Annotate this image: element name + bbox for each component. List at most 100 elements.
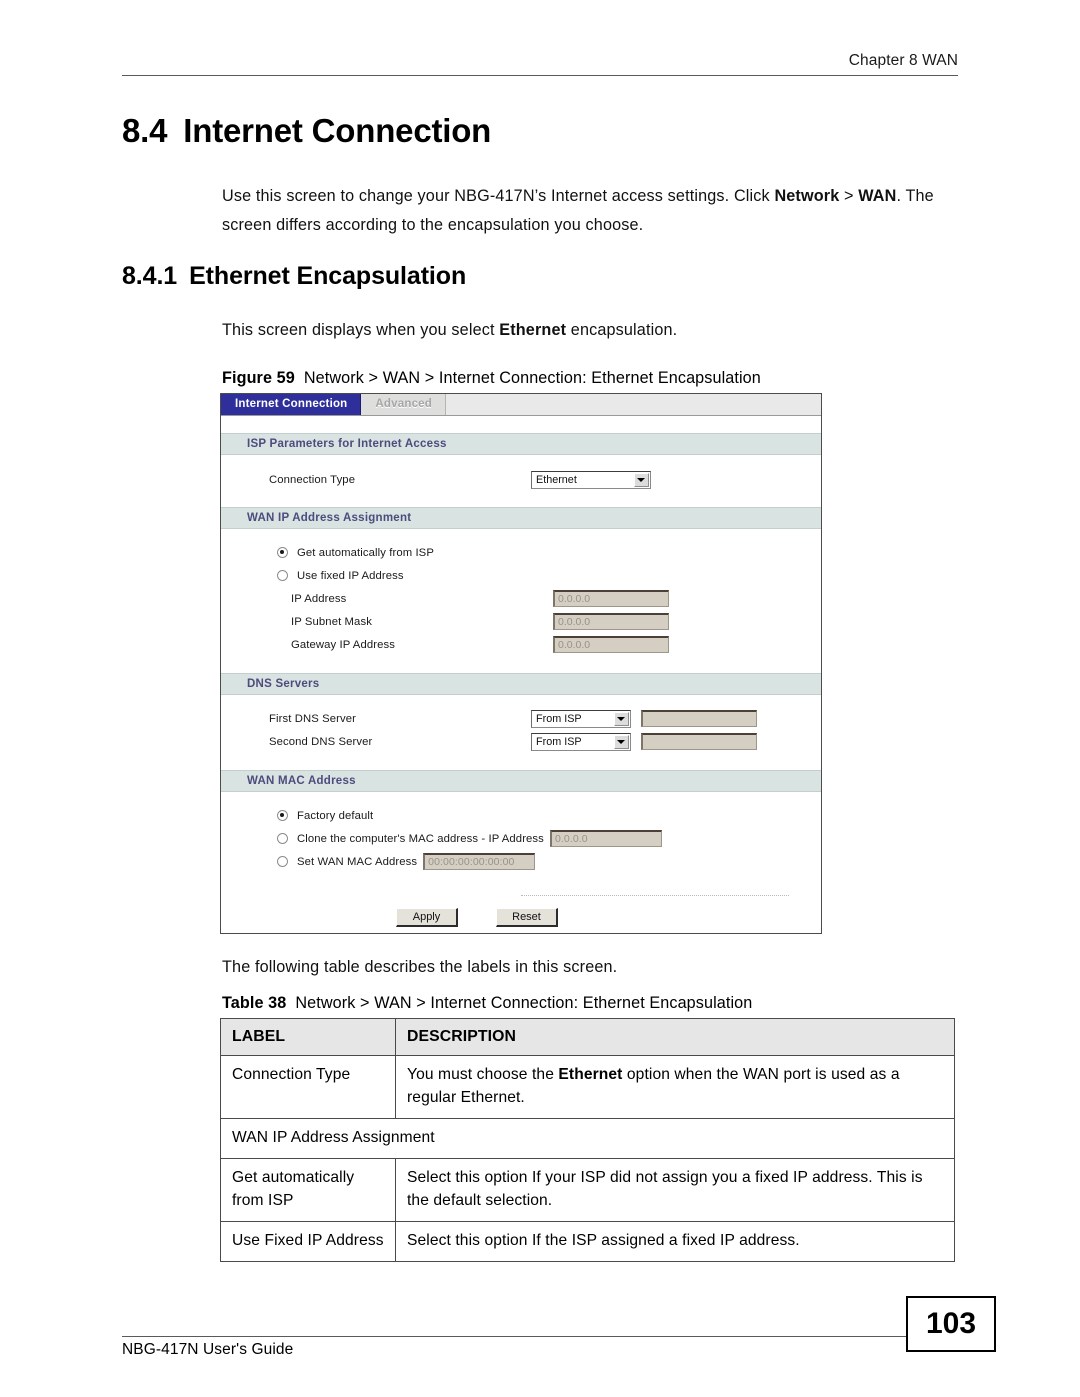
row-gateway-ip-address: Gateway IP Address 0.0.0.0: [221, 633, 821, 656]
table-cell-description: Select this option If your ISP did not a…: [395, 1158, 955, 1222]
input-clone-ip-address[interactable]: 0.0.0.0: [549, 830, 662, 847]
input-second-dns-ip[interactable]: [641, 733, 757, 750]
label-ip-address: IP Address: [291, 592, 347, 605]
radio-set-wan-mac[interactable]: [277, 856, 288, 867]
input-first-dns-ip[interactable]: [641, 710, 757, 727]
radio-row-factory-default[interactable]: Factory default: [221, 804, 821, 827]
radio-use-fixed-ip[interactable]: [277, 570, 288, 581]
section-heading: 8.4 Internet Connection: [122, 112, 491, 150]
radio-row-set-wan-mac[interactable]: Set WAN MAC Address 00:00:00:00:00:00: [221, 850, 821, 873]
radio-factory-default[interactable]: [277, 810, 288, 821]
select-second-dns-value: From ISP: [536, 735, 582, 748]
table-row: WAN IP Address Assignment: [220, 1118, 955, 1159]
row-ip-address: IP Address 0.0.0.0: [221, 587, 821, 610]
table-cell-description: Select this option If the ISP assigned a…: [395, 1221, 955, 1262]
input-ip-address[interactable]: 0.0.0.0: [553, 590, 669, 607]
subsection-heading: 8.4.1 Ethernet Encapsulation: [122, 262, 466, 291]
table-header-label: LABEL: [220, 1018, 396, 1056]
select-second-dns-server[interactable]: From ISP: [531, 732, 631, 751]
router-button-row: Apply Reset: [221, 908, 821, 927]
reset-button[interactable]: Reset: [496, 908, 558, 927]
radio-get-auto-from-isp[interactable]: [277, 547, 288, 558]
spacer-wanmac: [221, 792, 821, 804]
select-first-dns-server[interactable]: From ISP: [531, 709, 631, 728]
intro-bold-wan: WAN: [858, 187, 897, 205]
spacer-isp: [221, 455, 821, 468]
label-gateway-ip-address: Gateway IP Address: [291, 638, 395, 651]
section-header-dns-servers: DNS Servers: [221, 673, 821, 695]
page-header: Chapter 8 WAN: [122, 52, 958, 76]
radio-row-get-auto-from-isp[interactable]: Get automatically from ISP: [221, 541, 821, 564]
table-row: Get automatically from ISP Select this o…: [220, 1158, 955, 1222]
ethernet-bold: Ethernet: [499, 321, 567, 339]
page-number: 103: [906, 1296, 996, 1352]
router-tabbar: Internet Connection Advanced: [221, 394, 821, 416]
label-clone-mac: Clone the computer's MAC address - IP Ad…: [297, 832, 544, 845]
figure-number: Figure 59: [222, 369, 295, 387]
ethernet-text-1: This screen displays when you select: [222, 321, 500, 339]
spacer-after-dns: [221, 753, 821, 770]
tabbar-filler: [445, 394, 821, 415]
spacer-after-wanip: [221, 656, 821, 673]
label-use-fixed-ip: Use fixed IP Address: [297, 569, 404, 582]
radio-row-clone-mac[interactable]: Clone the computer's MAC address - IP Ad…: [221, 827, 821, 850]
table-caption-text: Network > WAN > Internet Connection: Eth…: [295, 994, 753, 1012]
select-connection-type[interactable]: Ethernet: [531, 470, 651, 489]
row-connection-type: Connection Type Ethernet: [221, 468, 821, 491]
row-first-dns-server: First DNS Server From ISP: [221, 707, 821, 730]
desc-text-1: You must choose the: [407, 1066, 559, 1083]
button-separator: [521, 895, 789, 897]
router-web-ui-screenshot: Internet Connection Advanced ISP Paramet…: [220, 393, 822, 934]
figure-caption-text: Network > WAN > Internet Connection: Eth…: [303, 369, 761, 387]
label-set-wan-mac: Set WAN MAC Address: [297, 855, 418, 868]
table-cell-group-label: WAN IP Address Assignment: [220, 1118, 955, 1159]
table-body: Connection Type You must choose the Ethe…: [220, 1055, 955, 1262]
input-set-wan-mac-address[interactable]: 00:00:00:00:00:00: [423, 853, 536, 870]
table-cell-label: Use Fixed IP Address: [220, 1221, 396, 1262]
label-ip-subnet-mask: IP Subnet Mask: [291, 615, 372, 628]
spacer-after-conn: [221, 491, 821, 507]
tab-advanced[interactable]: Advanced: [361, 394, 446, 415]
select-first-dns-value: From ISP: [536, 712, 582, 725]
label-factory-default: Factory default: [297, 809, 374, 822]
row-second-dns-server: Second DNS Server From ISP: [221, 730, 821, 753]
footer-rule: [122, 1336, 906, 1337]
table-cell-label: Get automatically from ISP: [220, 1158, 396, 1222]
intro-paragraph: Use this screen to change your NBG-417N’…: [222, 182, 982, 240]
radio-clone-mac[interactable]: [277, 833, 288, 844]
figure-caption: Figure 59 Network > WAN > Internet Connec…: [222, 369, 761, 388]
table-header-row: LABEL DESCRIPTION: [220, 1018, 955, 1056]
section-number: 8.4: [122, 112, 168, 149]
intro-bold-network: Network: [774, 187, 840, 205]
input-gateway-ip-address[interactable]: 0.0.0.0: [553, 636, 669, 653]
subsection-number: 8.4.1: [122, 262, 178, 290]
label-get-auto-from-isp: Get automatically from ISP: [297, 546, 434, 559]
table-cell-description: You must choose the Ethernet option when…: [395, 1055, 955, 1119]
table-head: LABEL DESCRIPTION: [220, 1018, 955, 1056]
footer-guide-title: NBG-417N User's Guide: [122, 1341, 294, 1358]
radio-row-use-fixed-ip[interactable]: Use fixed IP Address: [221, 564, 821, 587]
label-connection-type: Connection Type: [269, 473, 356, 486]
input-ip-subnet-mask[interactable]: 0.0.0.0: [553, 613, 669, 630]
chevron-down-icon[interactable]: [613, 734, 629, 749]
select-connection-type-value: Ethernet: [536, 473, 577, 486]
tab-internet-connection[interactable]: Internet Connection: [221, 394, 362, 415]
table-intro-paragraph: The following table describes the labels…: [222, 958, 618, 976]
apply-button[interactable]: Apply: [396, 908, 458, 927]
label-first-dns-server: First DNS Server: [269, 712, 356, 725]
subsection-title: Ethernet Encapsulation: [189, 262, 467, 290]
header-rule: [122, 75, 958, 76]
ethernet-text-2: encapsulation.: [566, 321, 678, 339]
intro-separator: >: [839, 187, 859, 205]
spacer-top: [221, 416, 821, 433]
desc-bold-ethernet: Ethernet: [558, 1066, 623, 1083]
table-caption: Table 38 Network > WAN > Internet Connect…: [222, 994, 752, 1013]
row-ip-subnet-mask: IP Subnet Mask 0.0.0.0: [221, 610, 821, 633]
table-row: Use Fixed IP Address Select this option …: [220, 1221, 955, 1262]
ethernet-paragraph: This screen displays when you select Eth…: [222, 316, 982, 345]
section-header-wan-mac-address: WAN MAC Address: [221, 770, 821, 792]
chevron-down-icon[interactable]: [633, 472, 649, 487]
chevron-down-icon[interactable]: [613, 711, 629, 726]
table-number: Table 38: [222, 994, 287, 1012]
section-header-isp-parameters: ISP Parameters for Internet Access: [221, 433, 821, 455]
